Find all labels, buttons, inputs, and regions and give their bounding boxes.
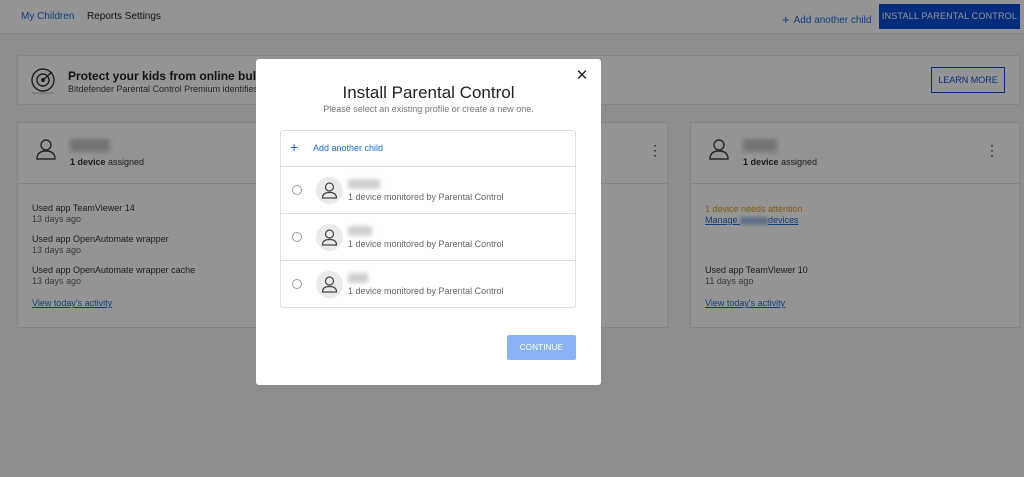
profile-radio[interactable] — [292, 232, 302, 242]
profile-list: + Add another child 1 device monitored b… — [280, 130, 576, 308]
profile-name-redacted — [348, 226, 372, 236]
profile-option[interactable]: 1 device monitored by Parental Control — [281, 214, 575, 261]
close-icon[interactable]: ✕ — [575, 68, 589, 83]
plus-icon: + — [290, 139, 299, 155]
profile-name-redacted — [348, 179, 380, 189]
profile-radio[interactable] — [292, 185, 302, 195]
profile-description: 1 device monitored by Parental Control — [348, 239, 504, 249]
add-another-child-row[interactable]: + Add another child — [281, 131, 575, 167]
user-icon — [316, 271, 343, 298]
profile-description: 1 device monitored by Parental Control — [348, 286, 504, 296]
profile-option[interactable]: 1 device monitored by Parental Control — [281, 167, 575, 214]
profile-option[interactable]: 1 device monitored by Parental Control — [281, 261, 575, 308]
continue-button[interactable]: CONTINUE — [507, 335, 576, 360]
profile-description: 1 device monitored by Parental Control — [348, 192, 504, 202]
dialog-subtitle: Please select an existing profile or cre… — [323, 104, 534, 114]
install-parental-control-dialog: ✕ Install Parental Control Please select… — [256, 59, 601, 385]
profile-name-redacted — [348, 273, 368, 283]
user-icon — [316, 177, 343, 204]
profile-radio[interactable] — [292, 279, 302, 289]
add-another-child-label: Add another child — [313, 143, 384, 153]
dialog-title: Install Parental Control — [342, 83, 515, 102]
user-icon — [316, 224, 343, 251]
